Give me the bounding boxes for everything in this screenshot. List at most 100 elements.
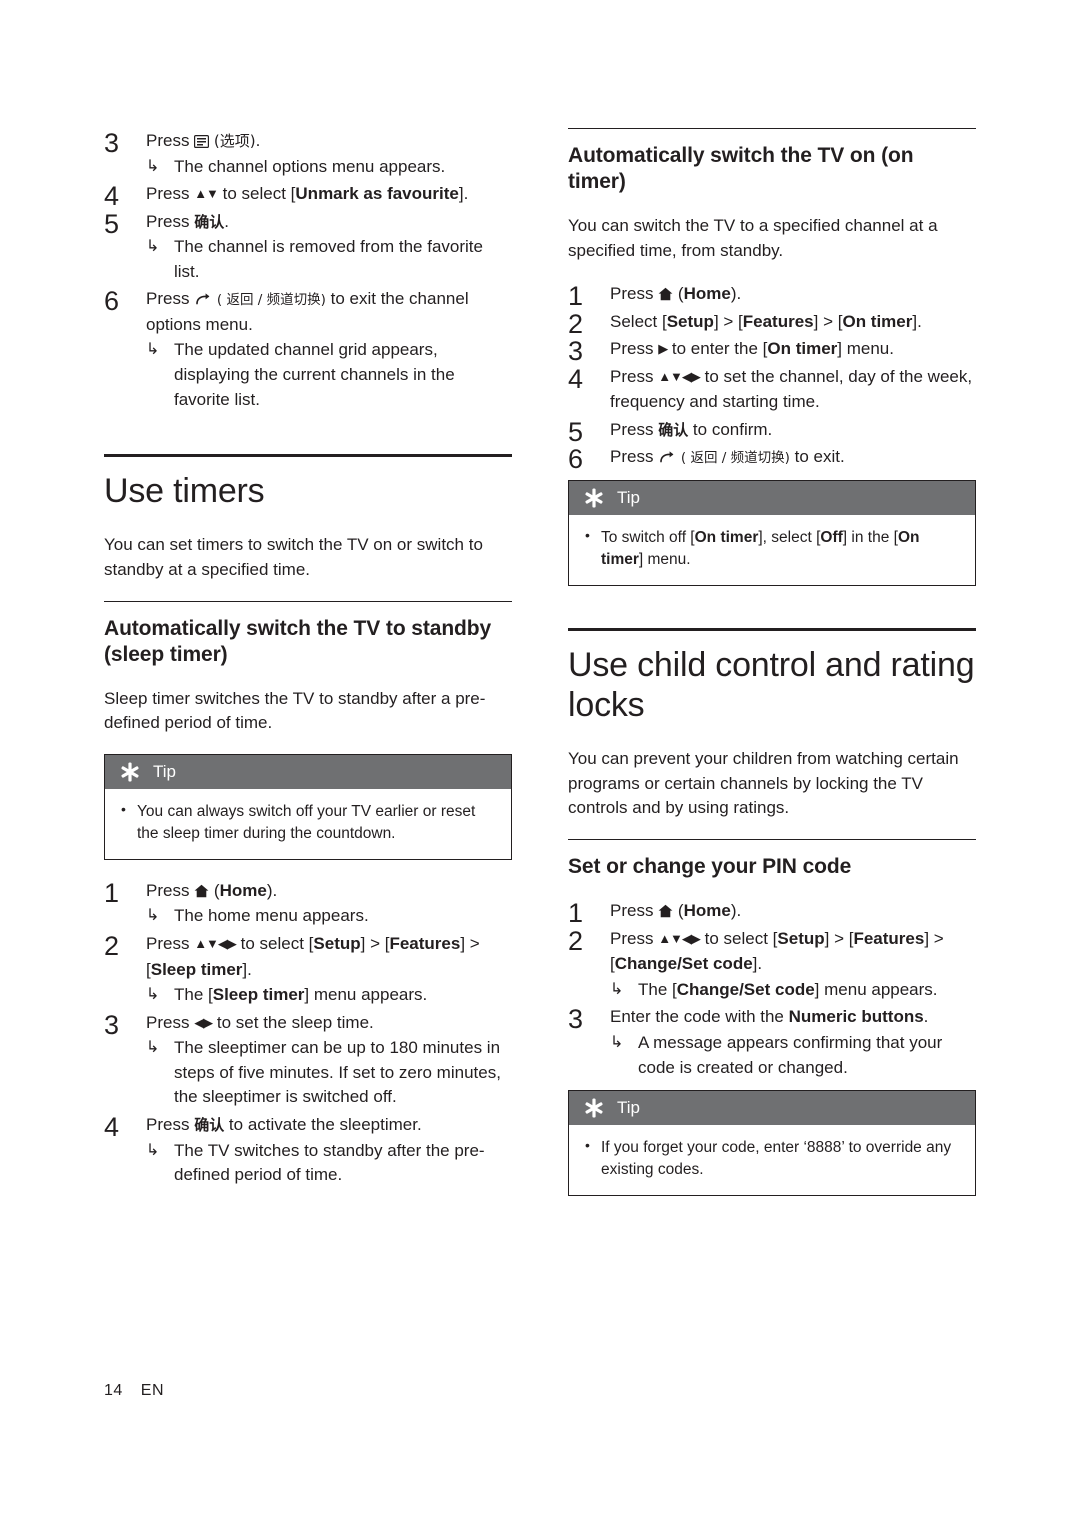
step-5: 5 Press 确认. ↳ The channel is removed from… bbox=[104, 209, 512, 285]
sub-arrow-icon: ↳ bbox=[146, 1039, 160, 1057]
left-column: 3 Press (选项). ↳ The channel options menu … bbox=[104, 128, 512, 1194]
step-4: 4 Press ▲▼ to select [Unmark as favourit… bbox=[104, 181, 512, 211]
step-text: Press (Home). bbox=[146, 880, 278, 900]
step-number: 4 bbox=[568, 363, 584, 394]
sleep-timer-intro: Sleep timer switches the TV to standby a… bbox=[104, 688, 486, 733]
step-3-cn: (选项) bbox=[213, 132, 256, 150]
step-5: 5 Press 确认 to confirm. bbox=[568, 417, 976, 447]
step-1: 1 Press (Home). bbox=[568, 281, 976, 311]
step-2: 2 Press ▲▼◀▶ to select [Setup] > [Featur… bbox=[104, 931, 512, 1008]
step-4: 4 Press 确认 to activate the sleeptimer. ↳… bbox=[104, 1112, 512, 1188]
sub-arrow-icon: ↳ bbox=[146, 986, 160, 1004]
sleep-timer-steps: 1 Press (Home). ↳ The home menu appears. … bbox=[104, 878, 512, 1188]
tip-box-sleep-timer: Tip You can always switch off your TV ea… bbox=[104, 753, 512, 860]
tip-star-icon bbox=[583, 487, 605, 509]
step-text: Press ◀▶ to set the sleep time. bbox=[146, 1012, 374, 1032]
back-key-cn: ( 返回 / 频道切换) bbox=[216, 292, 326, 309]
step-text: Press 确认. bbox=[146, 211, 229, 231]
step-number: 3 bbox=[104, 128, 120, 158]
step-number: 4 bbox=[104, 1112, 120, 1143]
home-icon bbox=[658, 904, 673, 918]
tip-body: If you forget your code, enter ‘8888’ to… bbox=[569, 1125, 975, 1195]
sub-arrow-icon: ↳ bbox=[146, 907, 160, 925]
page-title-use-timers: Use timers bbox=[104, 472, 265, 511]
step-6: 6 Press ( 返回 / 频道切换) to exit. bbox=[568, 444, 976, 474]
tip-header: Tip bbox=[569, 480, 975, 515]
step-number: 2 bbox=[104, 931, 120, 962]
right-column: Automatically switch the TV on (on timer… bbox=[568, 128, 976, 1214]
step-text: Press ▶ to enter the [On timer] menu. bbox=[610, 339, 894, 359]
step-text: Press ▲▼◀▶ to select [Setup] > [Features… bbox=[146, 934, 480, 979]
section-divider bbox=[568, 627, 976, 631]
step-result: ↳ The TV switches to standby after the pr… bbox=[146, 1140, 485, 1185]
subsection-title-sleep-timer: Automatically switch the TV to standby (… bbox=[104, 616, 492, 667]
tip-body: To switch off [On timer], select [Off] i… bbox=[569, 515, 975, 585]
on-timer-intro: You can switch the TV to a specified cha… bbox=[568, 215, 938, 260]
step-number: 6 bbox=[104, 286, 120, 317]
page-footer: 14 EN bbox=[104, 1382, 164, 1400]
step-number: 5 bbox=[104, 208, 120, 239]
tip-star-icon bbox=[119, 761, 141, 783]
step-text: Press ▲▼ to select [Unmark as favourite]… bbox=[146, 184, 469, 204]
tip-label: Tip bbox=[617, 487, 640, 507]
subsection-title-on-timer: Automatically switch the TV on (on timer… bbox=[568, 144, 914, 194]
step-text: Press ▲▼◀▶ to set the channel, day of th… bbox=[610, 366, 973, 412]
confirm-key-label: 确认 bbox=[194, 1116, 225, 1135]
sub-arrow-icon: ↳ bbox=[146, 341, 160, 359]
step-number: 2 bbox=[568, 925, 584, 956]
pin-code-steps: 1 Press (Home). 2 Press ▲▼◀▶ to select [… bbox=[568, 898, 976, 1080]
step-text: Press (Home). bbox=[610, 284, 742, 304]
section-divider bbox=[104, 454, 512, 458]
page-language: EN bbox=[140, 1382, 165, 1399]
step-2: 2 Press ▲▼◀▶ to select [Setup] > [Featur… bbox=[568, 926, 976, 1003]
step-result: ↳ A message appears confirming that your … bbox=[610, 1032, 943, 1077]
right-arrow-icon: ▶ bbox=[658, 341, 668, 357]
updown-arrows-icon: ▲▼ bbox=[194, 186, 219, 202]
step-1: 1 Press (Home). ↳ The home menu appears. bbox=[104, 878, 512, 929]
step-text: Press 确认 to confirm. bbox=[610, 419, 773, 439]
step-result: ↳ The home menu appears. bbox=[146, 904, 512, 929]
sub-arrow-icon: ↳ bbox=[146, 157, 160, 175]
subsection-divider bbox=[568, 838, 976, 840]
tip-star-icon bbox=[583, 1097, 605, 1119]
subsection-title-pin-code: Set or change your PIN code bbox=[568, 854, 852, 878]
step-text: Press ( 返回 / 频道切换) to exit. bbox=[610, 447, 845, 467]
sub-arrow-icon: ↳ bbox=[146, 238, 160, 256]
step-number: 3 bbox=[104, 1009, 120, 1040]
tip-label: Tip bbox=[153, 761, 176, 781]
back-key-cn: ( 返回 / 频道切换) bbox=[680, 450, 790, 467]
tip-label: Tip bbox=[617, 1098, 640, 1118]
nav-arrows-icon: ▲▼◀▶ bbox=[658, 368, 701, 384]
step-text: Press ▲▼◀▶ to select [Setup] > [Features… bbox=[610, 928, 944, 974]
home-icon bbox=[194, 884, 209, 898]
sub-arrow-icon: ↳ bbox=[146, 1141, 160, 1159]
step-result: ↳ The [Sleep timer] menu appears. bbox=[146, 983, 512, 1008]
tip-header: Tip bbox=[105, 754, 511, 789]
step-3: 3 Press (选项). ↳ The channel options menu … bbox=[104, 128, 512, 179]
leftright-arrows-icon: ◀▶ bbox=[194, 1014, 213, 1030]
child-control-intro: You can prevent your children from watch… bbox=[568, 748, 959, 818]
tip-header: Tip bbox=[569, 1091, 975, 1126]
tip-item: If you forget your code, enter ‘8888’ to… bbox=[585, 1136, 959, 1181]
tip-box-pin-code: Tip If you forget your code, enter ‘8888… bbox=[568, 1090, 976, 1197]
subsection-divider bbox=[104, 600, 512, 602]
step-text: Press ( 返回 / 频道切换) to exit the channel o… bbox=[146, 289, 469, 334]
step-text: Press (选项). bbox=[146, 131, 261, 150]
step-result: ↳ The [Change/Set code] menu appears. bbox=[610, 978, 976, 1003]
step-text: Enter the code with the Numeric buttons. bbox=[610, 1007, 929, 1027]
tip-body: You can always switch off your TV earlie… bbox=[105, 789, 511, 859]
manual-page: 3 Press (选项). ↳ The channel options menu … bbox=[0, 0, 1080, 1527]
options-icon bbox=[194, 134, 210, 149]
tip-item: To switch off [On timer], select [Off] i… bbox=[585, 526, 959, 571]
sub-arrow-icon: ↳ bbox=[610, 980, 624, 998]
step-number: 6 bbox=[568, 444, 584, 475]
tip-box-on-timer: Tip To switch off [On timer], select [Of… bbox=[568, 479, 976, 586]
subsection-divider bbox=[568, 128, 976, 129]
step-3: 3 Enter the code with the Numeric button… bbox=[568, 1004, 976, 1080]
sub-arrow-icon: ↳ bbox=[610, 1033, 624, 1051]
step-result: ↳ The sleeptimer can be up to 180 minutes… bbox=[146, 1038, 501, 1107]
step-text: Select [Setup] > [Features] > [On timer]… bbox=[610, 311, 922, 331]
home-icon bbox=[658, 287, 673, 301]
page-number: 14 bbox=[104, 1382, 123, 1399]
on-timer-steps: 1 Press (Home). 2 Select [Setup] > [Feat… bbox=[568, 281, 976, 474]
